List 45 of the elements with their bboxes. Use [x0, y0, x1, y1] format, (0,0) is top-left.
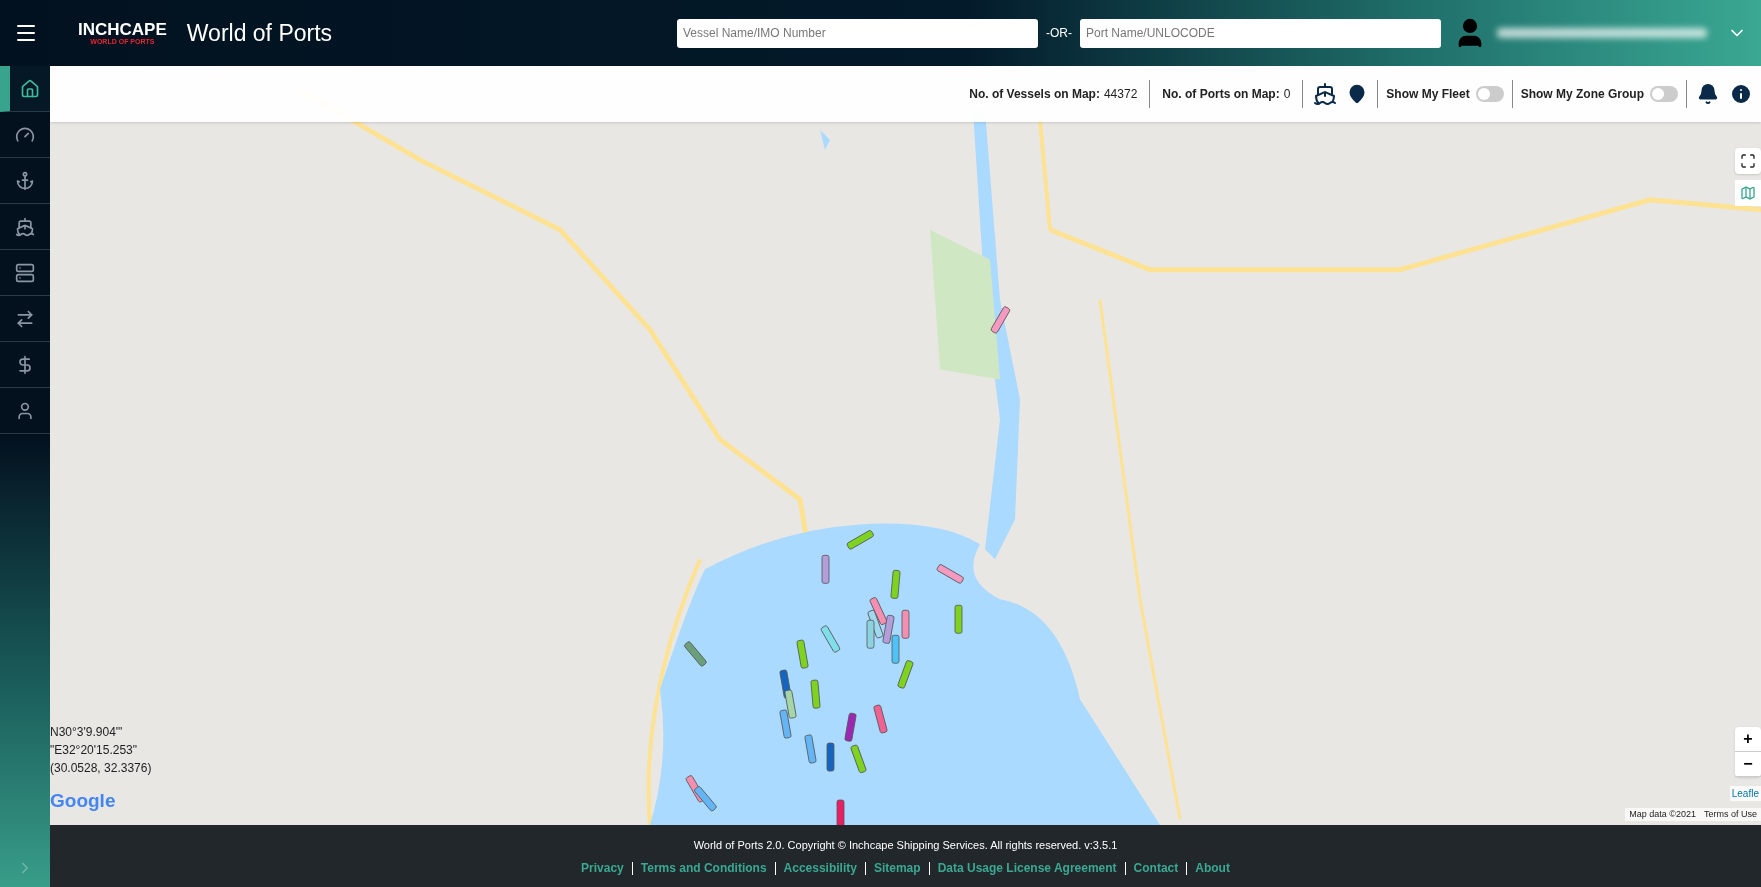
bell-icon[interactable]: [1697, 83, 1719, 105]
coordinate-text: "E32°20'15.253": [50, 742, 138, 759]
transfer-icon: [15, 308, 35, 329]
coordinate-text: (30.0528, 32.3376): [50, 760, 152, 777]
info-icon[interactable]: [1729, 82, 1753, 106]
stat-label: No. of Ports on Map:: [1162, 86, 1280, 103]
leaflet-link[interactable]: Leafle: [1729, 786, 1761, 801]
stat-value: 44372: [1103, 86, 1138, 103]
zoom-in-button[interactable]: +: [1735, 727, 1761, 752]
stat-label: No. of Vessels on Map:: [969, 86, 1100, 103]
footer-link[interactable]: About: [1195, 860, 1230, 875]
map-layers-button[interactable]: [1735, 180, 1761, 206]
folded-map-icon: [1740, 185, 1756, 201]
toggle-switch[interactable]: [1475, 86, 1504, 102]
user-icon: [15, 400, 35, 421]
ship-icon: [15, 216, 35, 237]
anchor-icon: [15, 170, 35, 191]
vessel-search-field[interactable]: Vessel Name/IMO Number: [677, 18, 1038, 48]
footer-link[interactable]: Terms and Conditions: [640, 860, 767, 875]
stat-value: 0: [1283, 86, 1291, 103]
ship-icon[interactable]: [1313, 82, 1338, 106]
footer-link[interactable]: Privacy: [581, 860, 624, 875]
zoom-out-button[interactable]: −: [1735, 752, 1761, 777]
footer-link[interactable]: Data Usage License Agreement: [937, 860, 1117, 875]
fullscreen-button[interactable]: [1735, 148, 1761, 174]
toggle-switch[interactable]: [1650, 86, 1678, 102]
coordinate-text: N30°3'9.904'": [50, 724, 124, 741]
footer-link[interactable]: Accessibility: [783, 860, 857, 875]
app-title: World of Ports: [186, 18, 333, 48]
list-icon: [15, 262, 35, 283]
logo-name: INCHCAPE: [78, 21, 167, 38]
google-logo: Google: [50, 788, 116, 813]
map-data-text: Map data ©2021: [1629, 807, 1696, 821]
footer-link[interactable]: Sitemap: [873, 860, 921, 875]
copyright-text: World of Ports 2.0. Copyright © Inchcape Shipping Services. All rights reserved. v:3.5.1: [693, 838, 1118, 854]
port-search-field[interactable]: Port Name/UNLOCODE: [1080, 18, 1441, 48]
map[interactable]: No. of Vessels on Map: 44372 No. of Ports on Map: 0 Show My Fleet Show My Zone Group N30°3'9.904'" "E32°20'15.253" (30.0528, 32.3376) Google + − Leafle Map data ©2021 Terms of Use: [50, 66, 1761, 825]
home-nav-button[interactable]: [0, 66, 50, 112]
terms-of-use-link[interactable]: Terms of Use: [1704, 807, 1757, 821]
toggle-label: Show My Fleet: [1386, 86, 1470, 103]
toggle-label: Show My Zone Group: [1520, 86, 1644, 103]
or-separator: -OR-: [1046, 25, 1072, 42]
fullscreen-icon: [1740, 153, 1756, 169]
footer-link[interactable]: Contact: [1133, 860, 1179, 875]
home-icon: [20, 78, 40, 99]
